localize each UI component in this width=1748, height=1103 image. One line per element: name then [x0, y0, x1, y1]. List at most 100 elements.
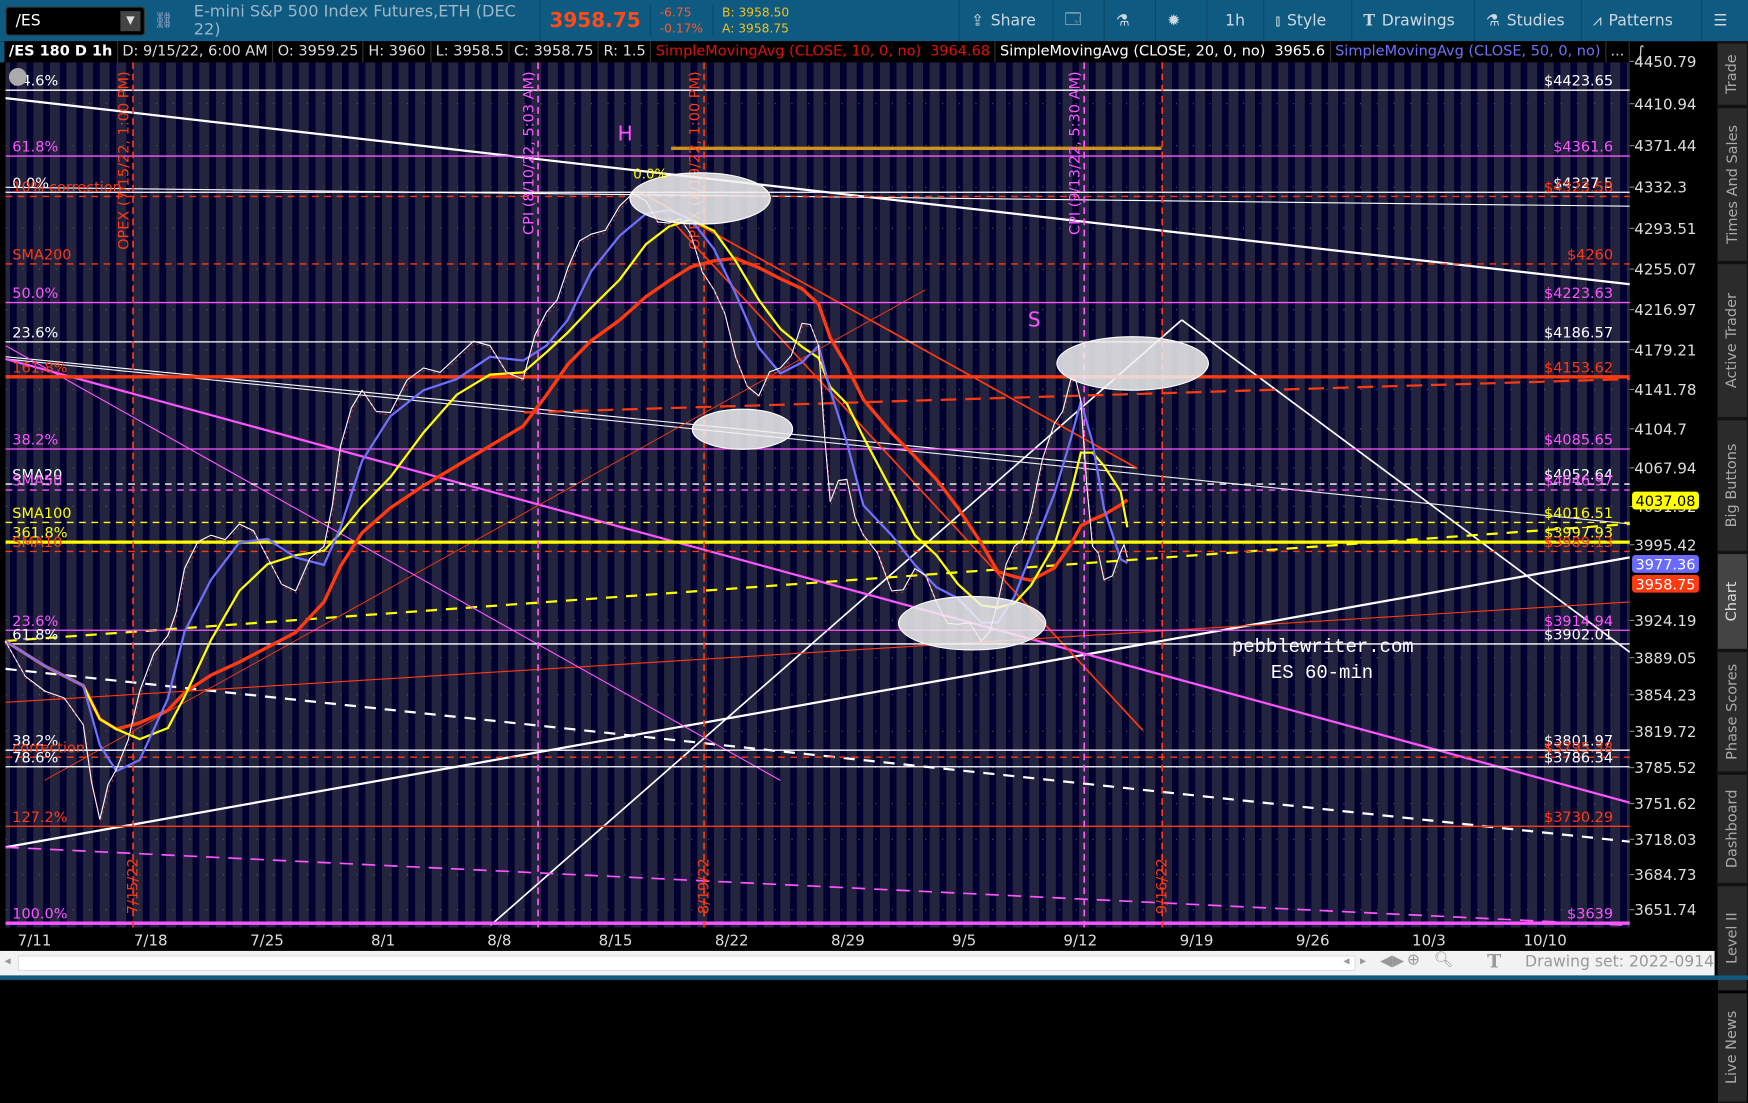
price-axis-tick: 4141.78 — [1634, 381, 1696, 399]
price-level-label: $4016.51 — [1544, 506, 1613, 522]
price-axis-tick: 4450.79 — [1634, 53, 1696, 71]
event-date: 7/15/22 — [125, 858, 141, 914]
price-axis-tick: 3924.19 — [1634, 612, 1696, 630]
price-chart[interactable]: $4423.6514.6%$4361.661.8%$4327.50.0% $432… — [0, 0, 1717, 951]
price-axis-tick: 4104.7 — [1634, 420, 1687, 438]
price-level-label: $4153.62 — [1544, 360, 1613, 376]
price-axis-tick: 3751.62 — [1634, 795, 1696, 813]
price-badge-value: 4037.08 — [1636, 494, 1696, 510]
price-badge-value: 3977.36 — [1636, 558, 1696, 574]
date-axis-tick: 8/1 — [371, 931, 395, 949]
price-axis-tick: 4179.21 — [1634, 341, 1696, 359]
sidebar-tab-chart[interactable]: Chart — [1717, 554, 1747, 650]
price-level-label: $4186.57 — [1544, 325, 1613, 341]
crosshair-icon[interactable]: ⊕ — [1407, 951, 1420, 969]
annotation-h: H — [618, 121, 633, 145]
price-level-label: $4085.65 — [1544, 433, 1613, 449]
price-axis-tick: 4371.44 — [1634, 137, 1696, 155]
price-axis-tick: 3718.03 — [1634, 831, 1696, 849]
event-date: 9/16/22 — [1155, 858, 1171, 914]
price-axis-tick: 4216.97 — [1634, 301, 1696, 319]
level-left-label: SMA100 — [12, 506, 71, 522]
price-axis-tick: 3684.73 — [1634, 866, 1696, 884]
price-level-label: $3786.34 — [1544, 750, 1613, 766]
level-left-label: 100.0% — [12, 907, 67, 923]
price-level-label: $3730.29 — [1544, 810, 1613, 826]
level-left-label: 61.8% — [12, 140, 58, 156]
price-badge-value: 3958.75 — [1636, 577, 1696, 593]
level-left-label: SMA10 — [12, 535, 62, 551]
price-axis-tick: 4410.94 — [1634, 95, 1696, 113]
level-left-label: 38.2% — [12, 433, 58, 449]
price-axis-tick: 3785.52 — [1634, 759, 1696, 777]
date-axis-tick: 10/3 — [1412, 931, 1446, 949]
sidebar-tab-trade[interactable]: Trade — [1717, 43, 1747, 106]
sidebar-tab-active-trader[interactable]: Active Trader — [1717, 264, 1747, 419]
sidebar-tab-big-buttons[interactable]: Big Buttons — [1717, 420, 1747, 552]
scroll-thumb[interactable] — [17, 955, 1356, 971]
price-level-label: $4046.97 — [1544, 474, 1613, 490]
date-axis-tick: 7/25 — [250, 931, 284, 949]
date-axis-tick: 8/15 — [599, 931, 633, 949]
price-axis-tick: 4067.94 — [1634, 459, 1696, 477]
sidebar-tab-label: Live News — [1724, 1010, 1741, 1085]
level-left-label: 50.0% — [12, 286, 58, 302]
date-axis-tick: 8/29 — [831, 931, 865, 949]
sidebar-tab-label: Chart — [1724, 581, 1741, 622]
price-level-label: $4423.65 — [1544, 74, 1613, 90]
date-axis-tick: 9/12 — [1063, 931, 1097, 949]
chart-scrollbar[interactable]: ◂ ◂ ▸ ◀▶ ⊕ 🔍︎ T Drawing set: 2022-0914 — [0, 950, 1715, 976]
price-level-label: $4223.63 — [1544, 286, 1613, 302]
annotation-watermark1: pebblewriter.com — [1232, 636, 1414, 658]
price-axis-tick: 3854.23 — [1634, 686, 1696, 704]
price-level-label: $4323.58 — [1544, 180, 1613, 196]
price-axis-tick: 4332.3 — [1634, 179, 1687, 197]
price-axis-tick: 3819.72 — [1634, 723, 1696, 741]
annotation-s: S — [1028, 308, 1041, 332]
sidebar-tab-dashboard[interactable]: Dashboard — [1717, 774, 1747, 885]
event-label: CPI (9/13/22, 5:30 AM) — [1068, 71, 1084, 235]
sidebar-tab-label: Dashboard — [1724, 789, 1741, 869]
event-label: CPI (8/10/22, 5:03 AM) — [522, 71, 538, 235]
level-left-label: 127.2% — [12, 810, 67, 826]
price-level-label: $4361.6 — [1553, 140, 1613, 156]
level-left-label: 61.8% — [12, 628, 58, 644]
price-axis-tick: 3889.05 — [1634, 649, 1696, 667]
event-label: OPEX (7/15/22, 1:00 PM) — [117, 71, 133, 250]
sidebar-tab-label: Trade — [1724, 54, 1741, 94]
date-axis-tick: 9/19 — [1180, 931, 1214, 949]
date-axis-tick: 7/18 — [134, 931, 168, 949]
sidebar-tab-live-news[interactable]: Live News — [1717, 993, 1747, 1103]
date-axis-tick: 10/10 — [1523, 931, 1566, 949]
level-left-label: SMA50 — [12, 474, 62, 490]
pan-icon[interactable]: ◀▶ — [1380, 952, 1404, 970]
bottom-border — [0, 975, 1748, 980]
zoom-icon[interactable]: 🔍︎ — [1434, 951, 1454, 969]
sidebar-tab-label: Active Trader — [1724, 293, 1741, 389]
price-level-label: $4260 — [1567, 247, 1613, 263]
drawing-set-label[interactable]: Drawing set: 2022-0914 — [1525, 953, 1714, 971]
level-left-label: 10% correction — [12, 180, 122, 196]
level-left-label: SMA200 — [12, 247, 71, 263]
date-axis-tick: 9/26 — [1296, 931, 1330, 949]
sidebar-tab-label: Phase Scores — [1724, 663, 1741, 760]
highlight-ellipse — [691, 408, 794, 450]
scroll-left-icon[interactable]: ◂ — [4, 953, 10, 967]
sidebar-tab-label: Times And Sales — [1724, 124, 1741, 245]
level-left-label: 78.6% — [12, 750, 58, 766]
date-axis-tick: 8/22 — [715, 931, 749, 949]
sidebar-tab-times-and-sales[interactable]: Times And Sales — [1717, 108, 1747, 262]
scroll-right-icon[interactable]: ▸ — [1360, 953, 1366, 967]
sidebar-tab-phase-scores[interactable]: Phase Scores — [1717, 652, 1747, 773]
text-t-icon[interactable]: T — [1487, 951, 1501, 973]
highlight-ellipse — [1056, 336, 1210, 391]
highlight-ellipse — [897, 595, 1047, 651]
price-level-label: $3639 — [1567, 907, 1613, 923]
right-sidebar: Trade Times And Sales Active Trader Big But… — [1716, 41, 1748, 1103]
scroll-left-icon[interactable]: ◂ — [1343, 953, 1349, 967]
date-axis-tick: 9/5 — [952, 931, 976, 949]
annotation-watermark2: ES 60-min — [1271, 662, 1373, 684]
sidebar-tab-label: Level II — [1724, 912, 1741, 964]
annotation-zero: 0.0% — [633, 167, 667, 182]
price-level-label: $3989.13 — [1544, 535, 1613, 551]
